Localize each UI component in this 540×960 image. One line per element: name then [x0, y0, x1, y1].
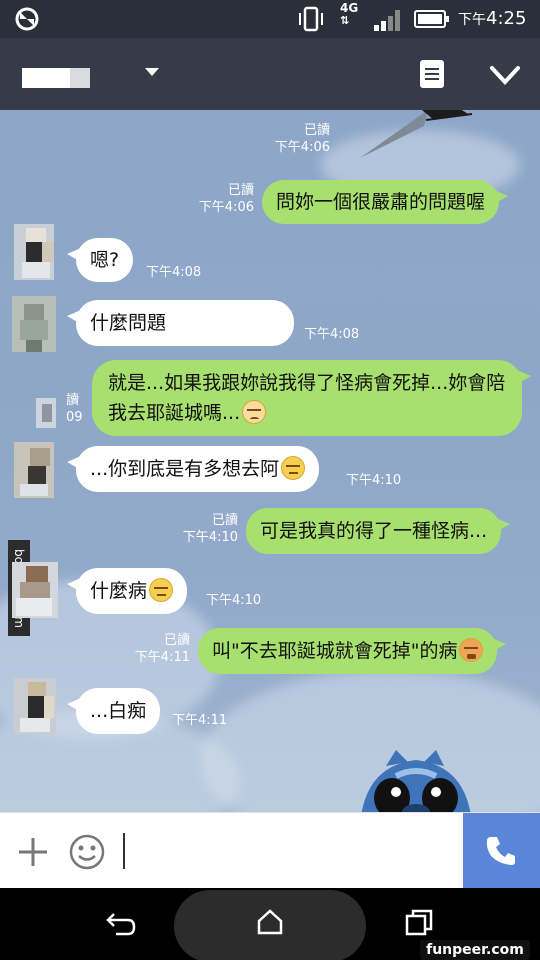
chat-header	[0, 38, 540, 110]
read-receipt: 已讀 下午4:06	[198, 183, 254, 215]
watermark-bottom: funpeer.com	[420, 940, 530, 960]
notes-icon[interactable]	[420, 60, 444, 88]
message-bubble-outgoing[interactable]: 叫"不去耶誕城就會死掉"的病	[198, 628, 507, 674]
message-text: 可是我真的得了一種怪病...	[260, 520, 488, 542]
vibrate-icon	[299, 6, 323, 32]
message-input-bar	[0, 812, 540, 889]
read-receipt: 讀 09	[66, 393, 83, 425]
message-bubble-incoming[interactable]: 嗯?	[66, 238, 134, 282]
avatar[interactable]	[6, 678, 62, 734]
status-time: 下午4:25	[458, 8, 527, 29]
battery-icon	[414, 10, 449, 28]
message-bubble-outgoing[interactable]: 問妳一個很嚴肅的問題喔	[262, 180, 509, 224]
plus-icon[interactable]	[16, 835, 50, 869]
chevron-down-icon[interactable]	[488, 60, 522, 90]
dropdown-caret-icon[interactable]	[145, 68, 159, 76]
stitch-sticker	[361, 750, 471, 812]
avatar[interactable]	[26, 394, 66, 434]
signal-icon	[374, 10, 400, 31]
message-text: ...你到底是有多想去阿	[90, 458, 280, 480]
sticker-fragment	[360, 110, 473, 158]
contact-name-redacted[interactable]	[22, 68, 90, 88]
chat-area[interactable]: 已讀 下午4:06 已讀 下午4:06 問妳一個很嚴肅的問題喔 嗯? 下午4:08 …	[0, 110, 540, 812]
message-bubble-outgoing[interactable]: 就是...如果我跟妳說我得了怪病會死掉...妳會陪我去耶誕城嗎...	[92, 360, 531, 436]
read-receipt: 已讀 下午4:11	[134, 633, 190, 665]
avatar[interactable]	[6, 562, 62, 618]
message-text: 問妳一個很嚴肅的問題喔	[276, 191, 486, 213]
message-time: 下午4:08	[304, 327, 360, 342]
message-text: ...白痴	[90, 700, 147, 722]
read-receipt: 已讀 下午4:06	[274, 123, 330, 155]
network-indicator: 4G ⇅	[340, 1, 359, 27]
message-bubble-incoming[interactable]: 什麼病	[66, 568, 188, 614]
expressionless-face-emoji-icon	[149, 578, 174, 602]
message-text: 嗯?	[90, 249, 120, 271]
sync-icon	[15, 7, 39, 31]
avatar[interactable]	[6, 442, 62, 498]
read-receipt: 已讀 下午4:10	[182, 513, 238, 545]
message-text: 就是...如果我跟妳說我得了怪病會死掉...妳會陪我去耶誕城嗎...	[108, 372, 506, 424]
message-text: 什麼問題	[90, 312, 167, 334]
text-input[interactable]	[123, 833, 125, 869]
recent-apps-icon[interactable]	[404, 908, 434, 938]
message-text: 什麼病	[90, 580, 148, 602]
message-text: 叫"不去耶誕城就會死掉"的病	[212, 640, 458, 662]
phone-icon	[486, 837, 515, 865]
message-time: 下午4:10	[206, 593, 262, 608]
avatar[interactable]	[6, 296, 62, 352]
status-bar: 4G ⇅ 下午4:25	[0, 0, 540, 38]
message-bubble-incoming[interactable]: ...白痴	[66, 688, 161, 734]
crying-face-emoji-icon	[459, 638, 484, 662]
call-button[interactable]	[463, 813, 540, 889]
back-icon[interactable]	[104, 910, 138, 938]
emoji-icon[interactable]	[68, 833, 106, 871]
sad-face-emoji-icon	[242, 400, 267, 424]
message-time: 下午4:08	[146, 265, 202, 280]
expressionless-face-emoji-icon	[281, 456, 306, 480]
message-bubble-incoming[interactable]: 什麼問題	[67, 300, 294, 346]
message-time: 下午4:10	[346, 473, 402, 488]
home-icon[interactable]	[256, 908, 284, 936]
avatar[interactable]	[6, 224, 62, 280]
message-time: 下午4:11	[172, 713, 228, 728]
message-bubble-outgoing[interactable]: 可是我真的得了一種怪病...	[246, 508, 511, 554]
message-bubble-incoming[interactable]: ...你到底是有多想去阿	[66, 446, 320, 492]
